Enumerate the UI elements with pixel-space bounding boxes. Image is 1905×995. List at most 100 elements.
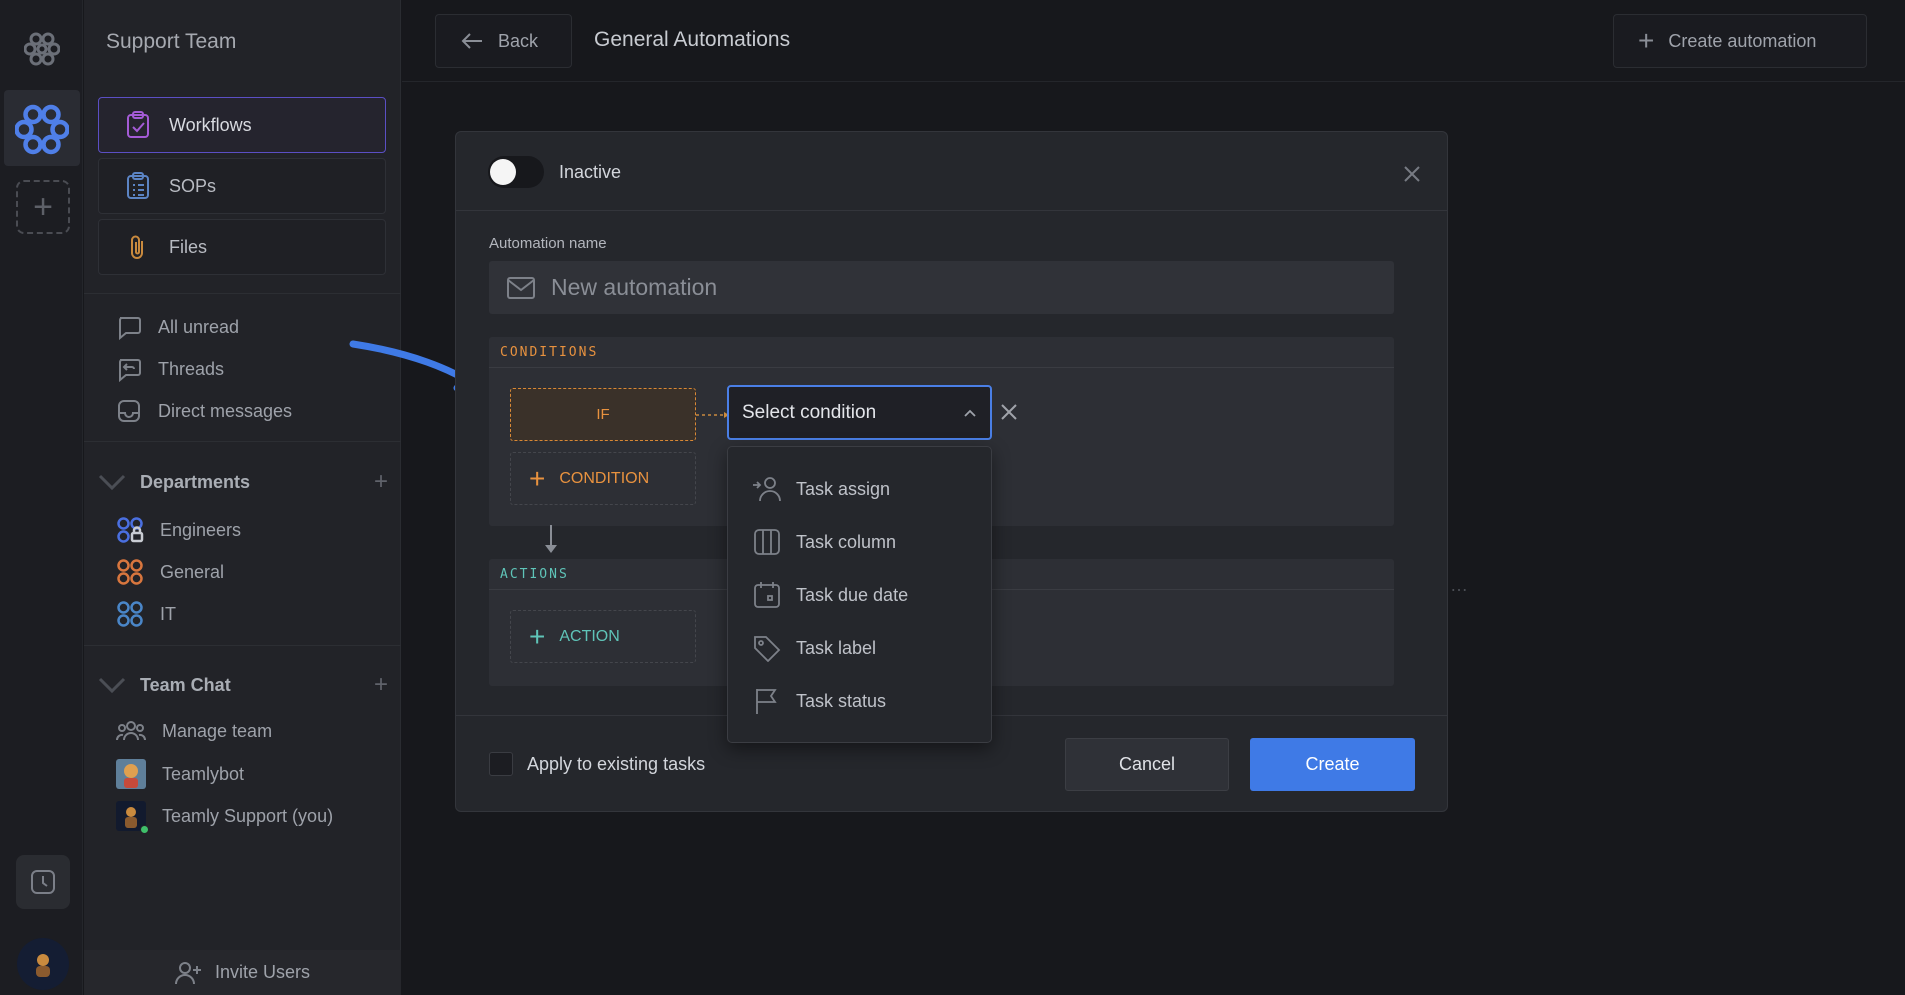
columns-icon xyxy=(754,529,780,555)
top-bar: Back General Automations + Create automa… xyxy=(402,0,1905,82)
option-task-column[interactable]: Task column xyxy=(752,528,896,556)
add-condition-label: CONDITION xyxy=(559,469,650,487)
divider xyxy=(84,293,401,294)
clock-icon xyxy=(31,870,55,894)
sidebar-item-threads[interactable]: Threads xyxy=(116,356,224,382)
sidebar-item-label: IT xyxy=(160,603,176,624)
option-task-status[interactable]: Task status xyxy=(752,687,886,715)
add-condition-button[interactable]: + CONDITION xyxy=(510,452,696,505)
workspace-switch-button[interactable] xyxy=(4,90,80,166)
select-condition-label: Select condition xyxy=(742,401,877,423)
option-label: Task assign xyxy=(796,478,891,499)
back-button[interactable]: Back xyxy=(435,14,572,68)
add-chat-plus-icon[interactable]: + xyxy=(374,671,388,699)
cancel-button[interactable]: Cancel xyxy=(1065,738,1229,791)
bot-avatar xyxy=(116,759,146,789)
remove-condition-x-icon[interactable] xyxy=(999,402,1019,422)
section-title: Departments xyxy=(140,471,251,492)
app-rail: + xyxy=(0,0,83,995)
apply-existing-checkbox[interactable] xyxy=(489,752,513,776)
arrow-left-icon xyxy=(461,33,482,49)
sidebar-item-it[interactable]: IT xyxy=(116,600,176,628)
toggle-knob xyxy=(490,159,516,185)
sidebar-card-label: Files xyxy=(169,236,208,257)
online-status-dot xyxy=(140,825,149,834)
sidebar-item-label: Manage team xyxy=(162,720,273,741)
add-action-button[interactable]: + ACTION xyxy=(510,610,696,663)
option-label: Task due date xyxy=(796,584,909,605)
list-icon xyxy=(127,172,149,199)
sidebar-card-label: Workflows xyxy=(169,114,252,135)
flag-icon xyxy=(756,689,777,714)
sidebar-item-label: Engineers xyxy=(160,519,242,540)
sidebar-card-label: SOPs xyxy=(169,175,217,196)
sidebar-item-label: Direct messages xyxy=(158,400,293,421)
sidebar-item-label: Threads xyxy=(158,358,225,379)
user-avatar[interactable] xyxy=(17,938,69,990)
condition-options-menu: Task assign Task column Task due date Ta… xyxy=(727,446,992,743)
option-task-assign[interactable]: Task assign xyxy=(752,475,890,503)
apply-existing-label: Apply to existing tasks xyxy=(527,753,706,774)
active-toggle[interactable] xyxy=(488,156,544,188)
automation-name-placeholder: New automation xyxy=(551,274,718,300)
sidebar-item-general[interactable]: General xyxy=(116,558,224,586)
if-block[interactable]: IF xyxy=(510,388,696,441)
plus-icon: + xyxy=(529,620,546,652)
back-label: Back xyxy=(498,30,539,51)
automation-name-input[interactable]: New automation xyxy=(489,261,1394,314)
sidebar-card-sops[interactable]: SOPs xyxy=(98,158,386,214)
more-dots-icon: … xyxy=(1450,575,1468,595)
team-grid-icon xyxy=(117,559,143,585)
divider xyxy=(456,210,1447,211)
invite-users-label: Invite Users xyxy=(214,962,311,982)
status-label: Inactive xyxy=(559,162,622,182)
automation-name-label: Automation name xyxy=(489,235,607,252)
user-assign-icon xyxy=(753,477,781,502)
inbox-icon xyxy=(118,400,140,422)
sidebar-item-manage-team[interactable]: Manage team xyxy=(116,718,272,744)
sidebar-item-all-unread[interactable]: All unread xyxy=(116,314,239,340)
sidebar-card-files[interactable]: Files xyxy=(98,219,386,275)
sidebar-item-direct-messages[interactable]: Direct messages xyxy=(116,398,292,424)
chat-bubble-icon xyxy=(119,317,141,340)
plus-icon: + xyxy=(529,462,546,494)
sidebar-item-teamly-support[interactable]: Teamly Support (you) xyxy=(116,801,334,834)
sidebar-item-label: All unread xyxy=(158,316,240,337)
app-logo-icon[interactable] xyxy=(20,26,64,70)
section-departments[interactable]: Departments + xyxy=(98,468,388,496)
sidebar-item-label: Teamlybot xyxy=(162,763,245,784)
people-icon xyxy=(116,721,146,741)
option-task-due-date[interactable]: Task due date xyxy=(752,581,908,609)
create-button[interactable]: Create xyxy=(1250,738,1415,791)
sidebar: Support Team Workflows SOPs Files All un… xyxy=(84,0,401,995)
threads-icon xyxy=(119,359,141,382)
team-name: Support Team xyxy=(106,30,237,53)
tag-icon xyxy=(754,636,781,662)
create-automation-label: Create automation xyxy=(1668,30,1817,51)
option-task-label[interactable]: Task label xyxy=(752,634,876,662)
sidebar-card-workflows[interactable]: Workflows xyxy=(98,97,386,153)
section-team-chat[interactable]: Team Chat + xyxy=(98,671,388,699)
plus-icon: + xyxy=(33,188,53,226)
sidebar-item-teamlybot[interactable]: Teamlybot xyxy=(116,759,244,789)
apply-existing-checkbox-row[interactable]: Apply to existing tasks xyxy=(489,752,705,776)
create-automation-button[interactable]: + Create automation xyxy=(1613,14,1867,68)
sidebar-item-engineers[interactable]: Engineers xyxy=(116,516,241,544)
invite-users-button[interactable]: Invite Users xyxy=(84,950,401,995)
add-workspace-button[interactable]: + xyxy=(16,180,70,234)
add-user-icon xyxy=(174,961,201,984)
team-grid-icon xyxy=(117,517,144,543)
page-title: General Automations xyxy=(594,28,791,51)
option-label: Task label xyxy=(796,637,877,658)
option-label: Task status xyxy=(796,690,887,711)
select-condition-dropdown[interactable]: Select condition xyxy=(727,385,992,440)
sidebar-item-label: Teamly Support (you) xyxy=(162,805,334,826)
conditions-header: CONDITIONS xyxy=(489,337,1394,368)
clipboard-check-icon xyxy=(127,111,149,138)
add-department-plus-icon[interactable]: + xyxy=(374,468,388,496)
add-action-label: ACTION xyxy=(559,627,620,645)
section-title: Team Chat xyxy=(140,674,231,695)
team-grid-icon xyxy=(117,601,143,627)
history-button[interactable] xyxy=(16,855,70,909)
close-icon[interactable] xyxy=(1403,165,1421,183)
